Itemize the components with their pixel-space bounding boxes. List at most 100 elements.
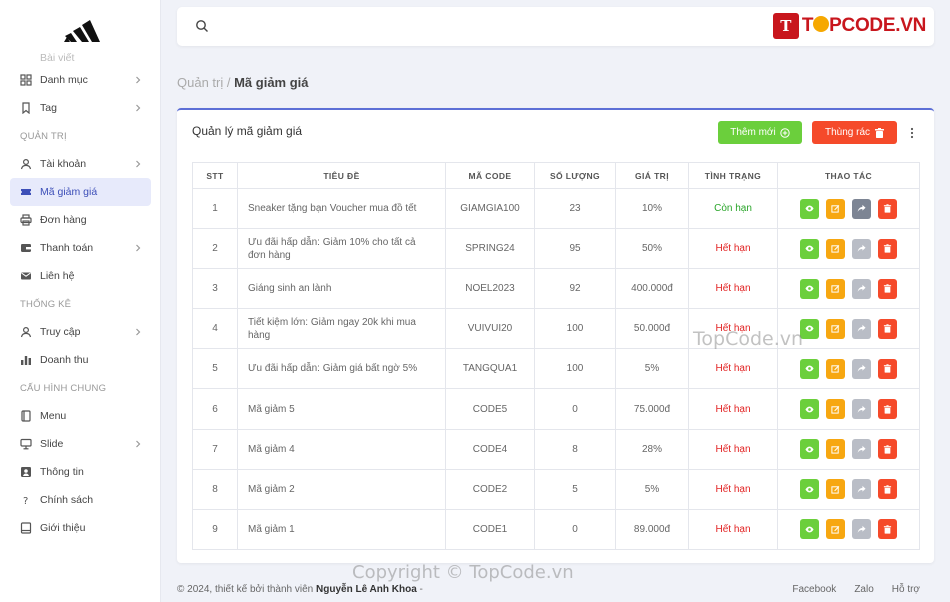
sidebar-item-grid-group1-0[interactable]: Danh mục [0,66,160,94]
edit-icon [831,364,840,374]
sidebar-item-id-card-group4-2[interactable]: Thông tin [0,458,160,486]
view-button[interactable] [800,358,819,379]
delete-button[interactable] [878,278,897,299]
delete-button[interactable] [878,439,897,460]
table-row[interactable]: 6 Mã giảm 5 CODE5 0 75.000đ Hết hạn [192,388,920,430]
edit-button[interactable] [826,399,845,420]
edit-button[interactable] [826,479,845,500]
cell-quantity: 100 [534,348,616,390]
share-button[interactable] [852,238,871,259]
breadcrumb: Quản trị / Mã giảm giá [177,75,309,90]
monitor-icon [20,438,32,450]
share-button[interactable] [852,358,871,379]
view-button[interactable] [800,238,819,259]
user-icon [20,326,32,338]
table-row[interactable]: 8 Mã giảm 2 CODE2 5 5% Hết hạn [192,468,920,510]
view-button[interactable] [800,439,819,460]
eye-icon [805,244,814,253]
footer-link[interactable]: Hỗ trợ [892,584,920,595]
delete-button[interactable] [878,198,897,219]
sidebar-item-posts[interactable]: Bài viết [0,50,160,66]
add-new-button[interactable]: Thêm mới [718,121,802,144]
cell-title: Tiết kiệm lớn: Giảm ngay 20k khi mua hàn… [237,308,446,350]
sidebar-item-wallet-group2-3[interactable]: Thanh toán [0,234,160,262]
sidebar-item-user-group2-0[interactable]: Tài khoản [0,150,160,178]
table-header-row: STT Tiêu đề Mã code Số lượng Giá trị Tình trạ… [192,162,920,189]
mail-icon [20,270,32,282]
sidebar-item-book-open-group4-4[interactable]: Giới thiệu [0,514,160,542]
edit-button[interactable] [826,318,845,339]
adidas-logo[interactable] [62,18,100,44]
table-row[interactable]: 3 Giáng sinh an lành NOEL2023 92 400.000… [192,268,920,310]
more-options-icon[interactable] [910,127,914,139]
view-button[interactable] [800,519,819,540]
cell-quantity: 100 [534,308,616,350]
sidebar-item-label: Danh mục [40,74,88,86]
delete-button[interactable] [878,399,897,420]
share-button[interactable] [852,439,871,460]
column-header[interactable]: STT [192,162,238,189]
bookmark-icon [20,102,32,114]
sidebar-item-monitor-group4-1[interactable]: Slide [0,430,160,458]
column-header[interactable]: Tình trạng [688,162,778,189]
edit-button[interactable] [826,358,845,379]
sidebar-item-mail-group2-4[interactable]: Liên hệ [0,262,160,290]
delete-button[interactable] [878,358,897,379]
table-row[interactable]: 9 Mã giảm 1 CODE1 0 89.000đ Hết hạn [192,508,920,550]
view-button[interactable] [800,318,819,339]
footer-link[interactable]: Zalo [854,584,873,595]
cell-quantity: 23 [534,187,616,230]
sidebar-item-ticket-group2-1[interactable]: Mã giảm giá [10,178,151,206]
breadcrumb-root[interactable]: Quản trị [177,75,223,90]
column-header[interactable]: Tiêu đề [237,162,446,189]
column-header[interactable]: Giá trị [615,162,689,189]
sidebar-item-question-group4-3[interactable]: ? Chính sách [0,486,160,514]
search-icon[interactable] [195,19,209,33]
delete-button[interactable] [878,238,897,259]
cell-status: Hết hạn [688,348,778,390]
footer-author[interactable]: Nguyễn Lê Anh Khoa [316,584,417,595]
table-row[interactable]: 4 Tiết kiệm lớn: Giảm ngay 20k khi mua h… [192,308,920,350]
sidebar-item-printer-group2-2[interactable]: Đơn hàng [0,206,160,234]
table-row[interactable]: 1 Sneaker tặng bạn Voucher mua đồ tết GI… [192,187,920,230]
edit-button[interactable] [826,278,845,299]
table-row[interactable]: 5 Ưu đãi hấp dẫn: Giảm giá bất ngờ 5% TA… [192,348,920,390]
delete-button[interactable] [878,479,897,500]
topcode-brand-logo[interactable]: T T PCODE.VN [772,12,926,40]
share-button[interactable] [852,479,871,500]
grid-icon [20,74,32,86]
cell-stt: 6 [192,388,238,430]
share-button[interactable] [852,399,871,420]
sidebar-item-bar-chart-group3-1[interactable]: Doanh thu [0,346,160,374]
column-header[interactable]: Số lượng [534,162,616,189]
share-button[interactable] [852,318,871,339]
view-button[interactable] [800,479,819,500]
edit-button[interactable] [826,519,845,540]
sidebar-item-user-group3-0[interactable]: Truy cập [0,318,160,346]
cell-quantity: 0 [534,388,616,430]
section-heading-config: CẤU HÌNH CHUNG [20,382,107,394]
view-button[interactable] [800,198,819,219]
share-button[interactable] [852,278,871,299]
edit-button[interactable] [826,238,845,259]
share-button[interactable] [852,198,871,219]
view-button[interactable] [800,278,819,299]
edit-button[interactable] [826,439,845,460]
cell-code: CODE1 [445,508,535,550]
table-row[interactable]: 2 Ưu đãi hấp dẫn: Giảm 10% cho tất cả đơ… [192,228,920,270]
table-row[interactable]: 7 Mã giảm 4 CODE4 8 28% Hết hạn [192,428,920,470]
share-button[interactable] [852,519,871,540]
sidebar-item-book-group4-0[interactable]: Menu [0,402,160,430]
view-button[interactable] [800,399,819,420]
trash-icon [883,404,892,414]
column-header[interactable]: Mã code [445,162,535,189]
footer-link[interactable]: Facebook [792,584,836,595]
cell-stt: 8 [192,468,238,510]
delete-button[interactable] [878,519,897,540]
sidebar-item-bookmark-group1-1[interactable]: Tag [0,94,160,122]
delete-button[interactable] [878,318,897,339]
cell-quantity: 0 [534,508,616,550]
column-header[interactable]: Thao tác [777,162,920,189]
trash-bin-button[interactable]: Thùng rác [812,121,897,144]
edit-button[interactable] [826,198,845,219]
